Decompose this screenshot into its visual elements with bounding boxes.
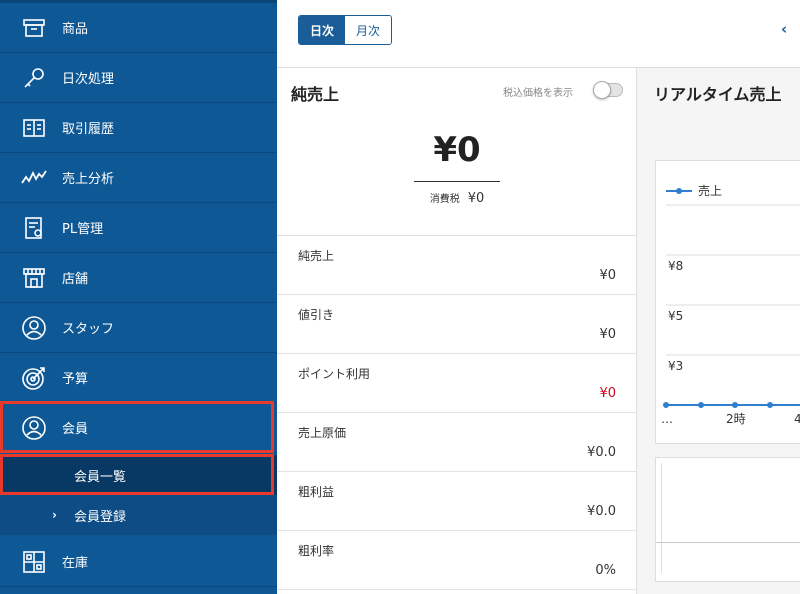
metric-label: 粗利益 bbox=[298, 485, 335, 499]
sales-title: 純売上 bbox=[291, 85, 340, 104]
metric-value: 0% bbox=[595, 563, 616, 578]
sidebar-item-label: 売上分析 bbox=[62, 172, 115, 187]
sidebar-item-analytics[interactable]: 売上分析 bbox=[0, 153, 277, 203]
sidebar-item-label: 会員 bbox=[62, 422, 89, 437]
metric-value: ¥0 bbox=[599, 268, 616, 283]
topbar: 日次 月次 ‹ bbox=[277, 0, 800, 68]
realtime-secondary-card bbox=[655, 457, 800, 582]
tax-row: 消費税 ¥0 bbox=[277, 190, 637, 206]
legend-marker bbox=[676, 188, 682, 194]
book-icon bbox=[20, 114, 48, 142]
sidebar-item-pl[interactable]: PL管理 bbox=[0, 203, 277, 253]
realtime-chart: 売上 ¥8 ¥5 ¥3 … 2時 4 bbox=[661, 183, 800, 426]
metric-value: ¥0 bbox=[599, 386, 616, 401]
metric-row: 粗利率 0% bbox=[277, 531, 637, 590]
metric-value: ¥0.0 bbox=[587, 445, 616, 460]
sidebar-item-label: 在庫 bbox=[62, 556, 89, 571]
sidebar-item-label: 日次処理 bbox=[62, 72, 115, 87]
sidebar-subitem-member-list[interactable]: 会員一覧 bbox=[0, 455, 277, 495]
metric-label: 粗利率 bbox=[298, 544, 335, 558]
sidebar: 商品 日次処理 取引履歴 売上分析 PL管理 店舗 スタッフ 予算 会員 会員一… bbox=[0, 0, 277, 594]
sidebar-subitem-label: 会員一覧 bbox=[74, 469, 127, 485]
card-divider bbox=[656, 542, 800, 543]
tax-label: 消費税 bbox=[429, 194, 460, 205]
metric-label: ポイント利用 bbox=[298, 367, 371, 381]
period-daily-button[interactable]: 日次 bbox=[299, 16, 345, 44]
sidebar-item-products[interactable]: 商品 bbox=[0, 3, 277, 53]
period-monthly-button[interactable]: 月次 bbox=[345, 16, 391, 44]
x-tick-label: 2時 bbox=[726, 412, 746, 426]
toggle-knob bbox=[593, 81, 611, 99]
realtime-panel: リアルタイム売上 売上 ¥8 ¥5 ¥3 … 2時 4 bbox=[638, 68, 800, 594]
chevron-right-icon: › bbox=[52, 508, 57, 522]
data-point bbox=[767, 402, 773, 408]
sidebar-item-history[interactable]: 取引履歴 bbox=[0, 103, 277, 153]
metric-row: 粗利益 ¥0.0 bbox=[277, 472, 637, 531]
y-tick-label: ¥3 bbox=[668, 359, 683, 373]
legend-label: 売上 bbox=[698, 183, 722, 198]
sidebar-item-staff[interactable]: スタッフ bbox=[0, 303, 277, 353]
sidebar-item-label: スタッフ bbox=[62, 322, 115, 337]
member-icon bbox=[20, 414, 48, 442]
key-icon bbox=[20, 64, 48, 92]
metric-row: 値引き ¥0 bbox=[277, 295, 637, 354]
period-toggle: 日次 月次 bbox=[298, 15, 392, 45]
y-tick-label: ¥5 bbox=[668, 309, 683, 323]
y-tick-label: ¥8 bbox=[668, 259, 683, 273]
tax-value: ¥0 bbox=[467, 191, 485, 206]
tax-toggle-switch[interactable] bbox=[593, 81, 623, 99]
sidebar-subitem-label: 会員登録 bbox=[74, 509, 127, 525]
realtime-title: リアルタイム売上 bbox=[654, 85, 782, 104]
sidebar-item-label: 予算 bbox=[62, 372, 89, 387]
box-icon bbox=[20, 14, 48, 42]
x-tick-label: 4 bbox=[794, 412, 800, 426]
metric-row: 純売上 ¥0 bbox=[277, 236, 637, 295]
target-icon bbox=[20, 364, 48, 392]
metric-row: 売上原価 ¥0.0 bbox=[277, 413, 637, 472]
sidebar-item-daily[interactable]: 日次処理 bbox=[0, 53, 277, 103]
metric-value: ¥0 bbox=[599, 327, 616, 342]
data-point bbox=[663, 402, 669, 408]
metric-row: ポイント利用 ¥0 bbox=[277, 354, 637, 413]
sidebar-item-inventory[interactable]: 在庫 bbox=[0, 537, 277, 587]
total-divider bbox=[414, 181, 500, 182]
data-point bbox=[698, 402, 704, 408]
sidebar-item-label: PL管理 bbox=[62, 222, 104, 237]
sales-summary: 純売上 税込価格を表示 ¥0 消費税 ¥0 bbox=[277, 68, 637, 236]
total-sales-value: ¥0 bbox=[433, 130, 481, 170]
sidebar-subitem-member-register[interactable]: › 会員登録 bbox=[0, 495, 277, 535]
sidebar-item-store[interactable]: 店舗 bbox=[0, 253, 277, 303]
card-divider bbox=[661, 463, 662, 573]
report-icon bbox=[20, 214, 48, 242]
trend-icon bbox=[20, 164, 48, 192]
sidebar-item-label: 店舗 bbox=[62, 272, 89, 287]
sidebar-item-members[interactable]: 会員 bbox=[0, 403, 277, 453]
tax-toggle-label: 税込価格を表示 bbox=[503, 88, 573, 99]
store-icon bbox=[20, 264, 48, 292]
sidebar-item-label: 取引履歴 bbox=[62, 122, 115, 137]
sidebar-item-label: 商品 bbox=[62, 22, 89, 37]
sidebar-item-budget[interactable]: 予算 bbox=[0, 353, 277, 403]
metric-label: 純売上 bbox=[298, 249, 335, 263]
sales-panel: 純売上 税込価格を表示 ¥0 消費税 ¥0 純売上 ¥0 値引き ¥0 ポイント利… bbox=[277, 68, 637, 594]
realtime-chart-card: 売上 ¥8 ¥5 ¥3 … 2時 4 bbox=[655, 160, 800, 444]
metric-label: 売上原価 bbox=[298, 426, 347, 440]
x-tick-label: … bbox=[661, 412, 673, 426]
inventory-icon bbox=[20, 548, 48, 576]
metric-value: ¥0.0 bbox=[587, 504, 616, 519]
staff-icon bbox=[20, 314, 48, 342]
data-point bbox=[732, 402, 738, 408]
chevron-left-icon[interactable]: ‹ bbox=[781, 20, 787, 38]
metric-label: 値引き bbox=[298, 308, 335, 322]
